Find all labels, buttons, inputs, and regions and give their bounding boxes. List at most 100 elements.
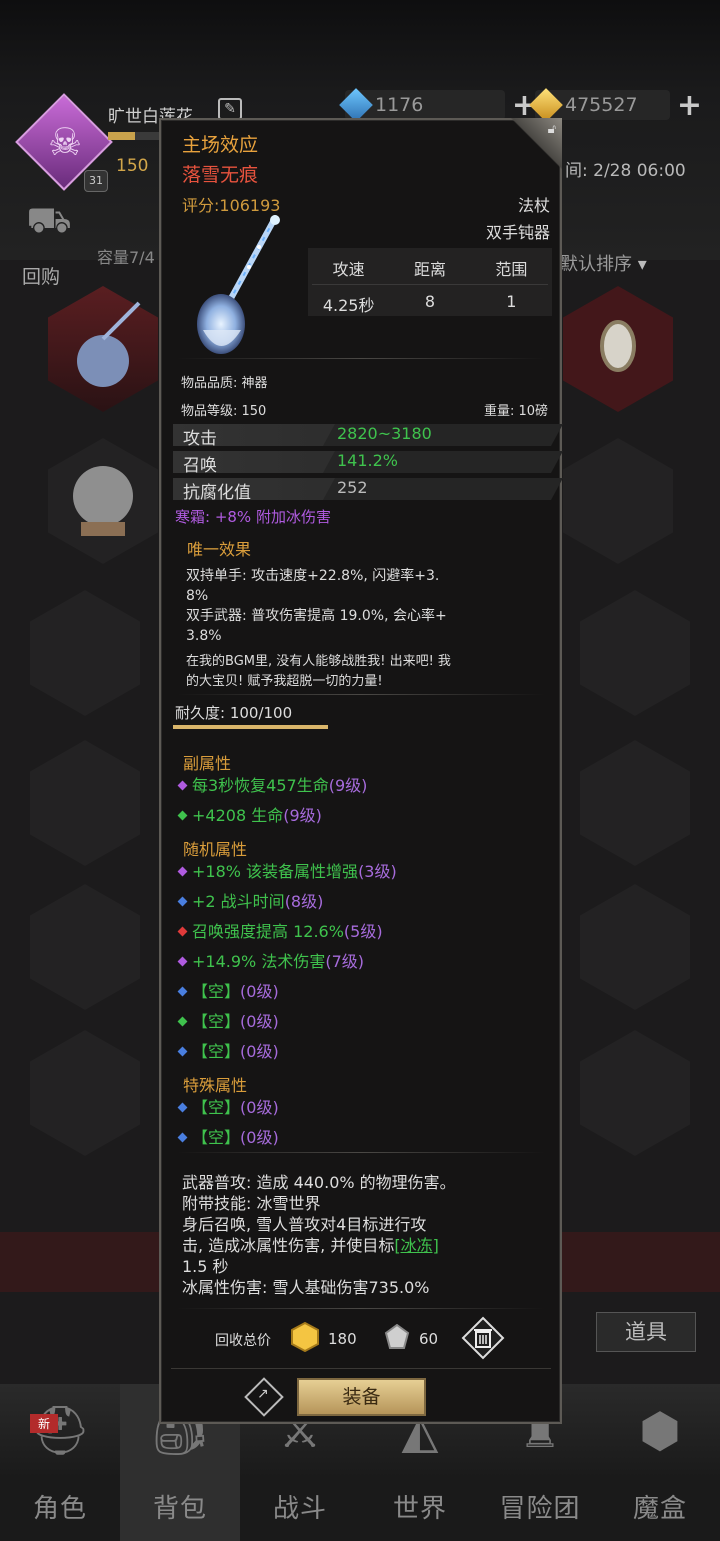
divider [177, 694, 545, 695]
sort-label: 默认排序 [560, 254, 632, 275]
nav-magic-box[interactable]: ⬢ 魔盒 [600, 1384, 720, 1541]
frost-effect: 寒霜: +8% 附加冰伤害 [175, 508, 331, 526]
sort-dropdown[interactable]: 默认排序 ▾ [560, 250, 680, 280]
attr-row-attack: 攻击 2820~3180 [173, 424, 553, 449]
recycle-row: 回收总价 180 60 [161, 1316, 564, 1360]
player-avatar-icon: ☠ [47, 120, 83, 164]
prop-text: 【空】 [192, 1012, 241, 1031]
prop-level: (5级) [343, 922, 383, 941]
bag-slot[interactable] [30, 740, 140, 866]
attr-value: 141.2% [337, 451, 399, 470]
recycle-gold-value: 180 [328, 1330, 357, 1348]
nav-label: 战斗 [272, 1494, 327, 1524]
item-prop-row: +18% 该装备属性增强(3级) [177, 858, 397, 882]
nav-label: 背包 [152, 1494, 207, 1524]
add-gold-button[interactable]: + [677, 88, 702, 123]
durability-label: 耐久度: 100/100 [175, 704, 293, 722]
trash-icon [461, 1316, 505, 1360]
prop-text: 每3秒恢复457生命 [192, 776, 329, 795]
prop-level: (0级) [240, 1128, 279, 1147]
stats-header-row: 攻速 距离 范围 [308, 256, 552, 280]
nav-label: 冒险团 [499, 1494, 581, 1524]
shard-icon [384, 1324, 410, 1349]
bag-slot[interactable] [580, 1030, 690, 1156]
prop-level: (8级) [284, 892, 324, 911]
prop-level: (0级) [240, 1098, 279, 1117]
prop-gem-icon [177, 896, 188, 907]
nav-label: 世界 [392, 1494, 447, 1524]
skill-line: 冰属性伤害: 雪人基础伤害735.0% [182, 1278, 430, 1297]
skill-line: 武器普攻: 造成 440.0% 的物理伤害。 [182, 1173, 456, 1192]
prop-text: 【空】 [192, 1042, 241, 1061]
stat-header-area: 范围 [495, 260, 528, 279]
bag-slot[interactable] [580, 740, 690, 866]
buyback-label[interactable]: 回购 [22, 262, 60, 289]
random-props-title: 随机属性 [183, 840, 248, 859]
gold-icon [529, 88, 563, 122]
prop-level: (7级) [325, 952, 364, 971]
reset-time-text: 间: 2/28 06:00 [565, 161, 686, 181]
bag-slot[interactable] [580, 884, 690, 1010]
stat-value-range: 8 [424, 292, 436, 311]
unique-effect-title: 唯一效果 [187, 540, 252, 559]
prop-level: (9级) [328, 776, 368, 795]
skill-line: 身后召唤, 雪人普攻对4目标进行攻 [182, 1215, 427, 1234]
tools-tab-button[interactable]: 道具 [596, 1312, 696, 1352]
mirror-item-icon [563, 286, 673, 412]
attr-name: 攻击 [183, 429, 217, 449]
freeze-link[interactable]: [冰冻] [394, 1236, 439, 1255]
equip-button[interactable]: 装备 [297, 1378, 426, 1416]
prop-text: +18% 该装备属性增强 [192, 862, 359, 881]
player-level-badge: 31 [84, 170, 108, 192]
stat-value-area: 1 [506, 292, 517, 311]
gold-gem-icon [291, 1322, 319, 1352]
bag-slot[interactable] [580, 590, 690, 716]
item-effect-title: 主场效应 [182, 134, 259, 156]
stat-value-speed: 4.25秒 [322, 296, 375, 315]
item-prop-row: 每3秒恢复457生命(9级) [177, 772, 368, 796]
crystal-icon [339, 88, 373, 122]
divider [177, 1308, 545, 1309]
unique-line: 双持单手: 攻击速度+22.8%, 闪避率+3. [186, 568, 440, 584]
lock-icon[interactable]: 🔓︎ [548, 122, 556, 137]
flavor-text: 在我的BGM里, 没有人能够战胜我! 出来吧! 我 的大宝贝! 赋予我超脱一切的… [186, 652, 546, 692]
nav-hero[interactable]: ⛑ 新 角色 [0, 1384, 120, 1541]
attr-name: 召唤 [183, 456, 217, 476]
share-icon: ↗ [257, 1386, 269, 1402]
snow-globe-icon [48, 438, 158, 564]
item-prop-row: +2 战斗时间(8级) [177, 888, 324, 912]
prop-level: (9级) [283, 806, 322, 825]
prop-level: (3级) [358, 862, 397, 881]
prop-gem-icon [177, 810, 188, 821]
prop-gem-icon [177, 986, 188, 997]
prop-gem-icon [177, 926, 188, 937]
edit-name-icon[interactable]: ✎ [218, 98, 242, 120]
prop-gem-icon [177, 866, 188, 877]
bag-slot[interactable] [30, 884, 140, 1010]
divider [177, 358, 545, 359]
unique-effect-text: 双持单手: 攻击速度+22.8%, 闪避率+3. 8% 双手武器: 普攻伤害提高… [186, 566, 546, 646]
bag-slot[interactable] [30, 1030, 140, 1156]
snow-staff-icon [197, 215, 280, 354]
flavor-line: 在我的BGM里, 没有人能够战胜我! 出来吧! 我 [186, 654, 451, 669]
durability-bar [173, 725, 328, 729]
item-prop-row: +4208 生命(9级) [177, 802, 322, 826]
prop-gem-icon [177, 1046, 188, 1057]
item-prop-row: 【空】(0级) [177, 978, 279, 1002]
gold-counter: 475527 + [529, 88, 702, 123]
attr-name: 抗腐化值 [183, 483, 251, 503]
prop-gem-icon [177, 1102, 188, 1113]
item-quality: 物品品质: 神器 [181, 376, 268, 391]
stat-header-speed: 攻速 [332, 260, 365, 279]
recycle-trash-button[interactable] [461, 1316, 505, 1360]
item-name: 落雪无痕 [182, 164, 259, 186]
skill-line-text: 击, 造成冰属性伤害, 并使目标 [182, 1236, 395, 1255]
magic-box-icon: ⬢ [639, 1403, 681, 1459]
buyback-cart-icon[interactable]: ⛟ [14, 200, 84, 260]
weapon-class: 双手钝器 [485, 223, 550, 242]
new-badge: 新 [30, 1414, 59, 1433]
attr-value: 252 [337, 478, 368, 497]
bag-slot[interactable] [563, 438, 673, 564]
stat-header-range: 距离 [413, 260, 446, 279]
bag-slot[interactable] [30, 590, 140, 716]
